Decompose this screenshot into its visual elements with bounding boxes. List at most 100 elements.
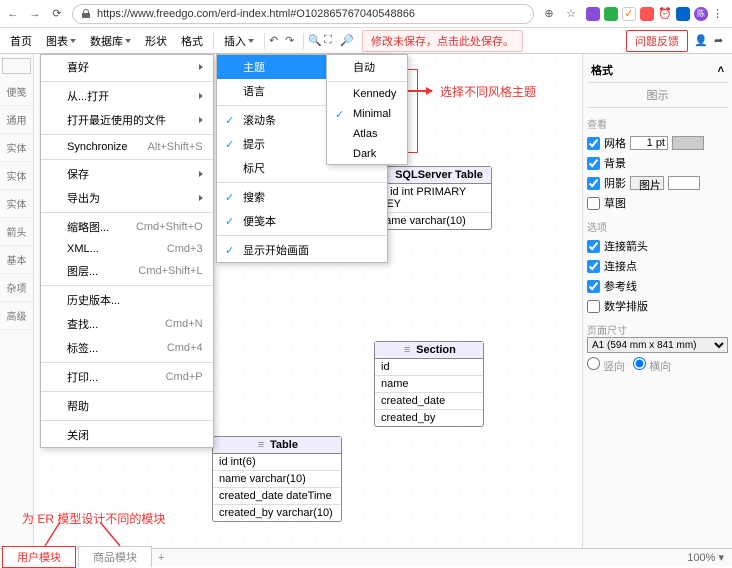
zoom-level[interactable]: 100% ▾	[679, 551, 732, 564]
menu-item[interactable]: ✓显示开始画面	[217, 238, 387, 262]
table-row[interactable]: name	[375, 376, 483, 393]
orient-portrait[interactable]: 竖向	[587, 357, 625, 374]
menu-item[interactable]: 标签...Cmd+4	[41, 336, 213, 360]
chk-opt[interactable]	[587, 300, 600, 313]
menu-item[interactable]: 保存	[41, 162, 213, 186]
ext-icon[interactable]	[640, 7, 654, 21]
back-icon[interactable]: ←	[6, 7, 20, 21]
menu-item[interactable]: 图层...Cmd+Shift+L	[41, 259, 213, 283]
table-row[interactable]: name varchar(10)	[213, 471, 341, 488]
user-icon[interactable]: 👤	[694, 34, 708, 48]
menu-item[interactable]: ✓Minimal	[327, 104, 407, 124]
db-table-section[interactable]: Section id name created_date created_by	[374, 341, 484, 427]
menu-icon[interactable]: ⋮	[712, 7, 726, 21]
zoom-in-icon[interactable]: 🔎	[340, 34, 354, 48]
menu-item[interactable]: 帮助	[41, 394, 213, 418]
address-bar[interactable]: https://www.freedgo.com/erd-index.html#O…	[72, 4, 534, 24]
search-icon[interactable]: ⊕	[542, 7, 556, 21]
ext-icon[interactable]: ✓	[622, 7, 636, 21]
lp-section[interactable]: 基本	[0, 246, 33, 274]
chk-opt[interactable]	[587, 260, 600, 273]
module-tab-user[interactable]: 用户模块	[2, 546, 76, 568]
tb-database[interactable]: 数据库	[84, 30, 137, 52]
shape-search[interactable]	[2, 58, 31, 74]
menu-item[interactable]: ✓便笺本	[217, 209, 387, 233]
ext-icon[interactable]	[586, 7, 600, 21]
forward-icon[interactable]: →	[28, 7, 42, 21]
table-row[interactable]: id int PRIMARY KEY	[373, 184, 491, 213]
chk-bg[interactable]	[587, 157, 600, 170]
table-header[interactable]: Section	[375, 342, 483, 359]
color-swatch[interactable]	[668, 176, 700, 190]
lp-section[interactable]: 便笺	[0, 78, 33, 106]
chk-sketch[interactable]	[587, 197, 600, 210]
feedback-button[interactable]: 问题反馈	[626, 30, 688, 52]
ext-icon[interactable]: ⏰	[658, 7, 672, 21]
table-row[interactable]: created_by	[375, 410, 483, 426]
star-icon[interactable]: ☆	[564, 7, 578, 21]
menu-item[interactable]: 从...打开	[41, 84, 213, 108]
table-row[interactable]: id	[375, 359, 483, 376]
lp-section[interactable]: 箭头	[0, 218, 33, 246]
lp-section[interactable]: 通用	[0, 106, 33, 134]
orient-landscape[interactable]: 横向	[633, 357, 671, 374]
table-row[interactable]: created_date	[375, 393, 483, 410]
collapse-icon[interactable]: ˄	[718, 64, 724, 76]
ext-icon[interactable]	[604, 7, 618, 21]
lp-section[interactable]: 高级	[0, 302, 33, 330]
save-warning[interactable]: 修改未保存，点击此处保存。	[362, 30, 523, 52]
lp-section[interactable]: 实体	[0, 190, 33, 218]
table-row[interactable]: created_date dateTime	[213, 488, 341, 505]
menu-item[interactable]: XML...Cmd+3	[41, 239, 213, 259]
menu-item[interactable]: 导出为	[41, 186, 213, 210]
grid-size-input[interactable]	[630, 136, 668, 150]
table-row[interactable]: name varchar(10)	[373, 213, 491, 229]
chk-opt[interactable]	[587, 240, 600, 253]
menu-item[interactable]: ✓搜索	[217, 185, 387, 209]
tb-insert[interactable]: 插入	[218, 30, 260, 52]
chevron-down-icon	[248, 39, 254, 43]
lp-section[interactable]: 杂项	[0, 274, 33, 302]
menu-item[interactable]: 缩略图...Cmd+Shift+O	[41, 215, 213, 239]
zoom-fit-icon[interactable]: ⛶	[324, 34, 338, 48]
menu-item[interactable]: 喜好	[41, 55, 213, 79]
menu-item[interactable]: Atlas	[327, 124, 407, 144]
color-swatch[interactable]	[672, 136, 704, 150]
tb-format[interactable]: 格式	[175, 30, 209, 52]
menu-item[interactable]: 历史版本...	[41, 288, 213, 312]
menu-item[interactable]: 自动	[327, 55, 407, 79]
menu-item[interactable]: 打印...Cmd+P	[41, 365, 213, 389]
tb-shape[interactable]: 形状	[139, 30, 173, 52]
chk-shadow[interactable]	[587, 177, 600, 190]
format-tab[interactable]: 图示	[587, 83, 728, 108]
table-header[interactable]: Table	[213, 437, 341, 454]
chk-grid[interactable]	[587, 137, 600, 150]
menu-item[interactable]: 查找...Cmd+N	[41, 312, 213, 336]
table-row[interactable]: id int(6)	[213, 454, 341, 471]
tb-home[interactable]: 首页	[4, 30, 38, 52]
db-table-sqlserver[interactable]: SQLServer Table id int PRIMARY KEY name …	[372, 166, 492, 230]
db-table-table[interactable]: Table id int(6) name varchar(10) created…	[212, 436, 342, 522]
menu-item[interactable]: 打开最近使用的文件	[41, 108, 213, 132]
menu-item[interactable]: SynchronizeAlt+Shift+S	[41, 137, 213, 157]
tb-diagram[interactable]: 图表	[40, 30, 82, 52]
ext-icon[interactable]	[676, 7, 690, 21]
table-header[interactable]: SQLServer Table	[373, 167, 491, 184]
share-icon[interactable]: ➦	[714, 34, 728, 48]
zoom-out-icon[interactable]: 🔍	[308, 34, 322, 48]
lp-section[interactable]: 实体	[0, 162, 33, 190]
lp-section[interactable]: 实体	[0, 134, 33, 162]
reload-icon[interactable]: ⟳	[50, 7, 64, 21]
page-size-select[interactable]: A1 (594 mm x 841 mm)	[587, 337, 728, 353]
table-row[interactable]: created_by varchar(10)	[213, 505, 341, 521]
avatar[interactable]: 陈	[694, 7, 708, 21]
menu-item[interactable]: 关闭	[41, 423, 213, 447]
menu-item[interactable]: Kennedy	[327, 84, 407, 104]
undo-icon[interactable]: ↶	[269, 34, 283, 48]
redo-icon[interactable]: ↷	[285, 34, 299, 48]
chk-opt[interactable]	[587, 280, 600, 293]
module-tab-product[interactable]: 商品模块	[78, 546, 152, 567]
menu-item[interactable]: Dark	[327, 144, 407, 164]
image-button[interactable]: 图片	[630, 176, 664, 190]
add-module-button[interactable]: +	[152, 550, 170, 566]
